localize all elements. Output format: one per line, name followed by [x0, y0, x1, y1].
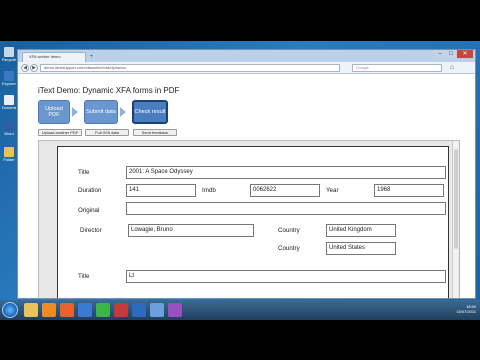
taskbar-item-app7[interactable] — [132, 303, 146, 317]
step-upload-pdf[interactable]: Upload PDF — [38, 100, 70, 124]
desktop-icon-explorer[interactable]: Explorer — [2, 71, 16, 86]
close-button[interactable]: ✕ — [457, 50, 473, 58]
home-icon[interactable]: ⌂ — [448, 64, 456, 72]
taskbar-item-media[interactable] — [42, 303, 56, 317]
country-label: Country — [278, 227, 300, 234]
step-check-result[interactable]: Check result — [132, 100, 168, 124]
country-label: Country — [278, 245, 300, 252]
country-field[interactable]: United States — [326, 242, 396, 255]
taskbar-item-app5[interactable] — [96, 303, 110, 317]
browser-tab[interactable]: XFA worker demo — [22, 52, 86, 62]
taskbar-item-app4[interactable] — [78, 303, 92, 317]
new-tab-button[interactable]: + — [88, 54, 95, 61]
original-field[interactable] — [126, 202, 446, 215]
start-button[interactable] — [2, 302, 18, 318]
explorer-icon — [4, 71, 14, 81]
taskbar: 18:50 15/07/2011 — [0, 300, 480, 320]
country-field[interactable]: United Kingdom — [326, 224, 396, 237]
browser-window: XFA worker demo + – □ ✕ ◀ ▶ demo.itextsu… — [17, 49, 476, 299]
title-label: Title — [78, 169, 90, 176]
upload-another-button[interactable]: Upload another PDF — [38, 129, 82, 136]
minimize-button[interactable]: – — [435, 50, 445, 58]
video-frame: Recycle Bin Explorer Document Word Folde… — [0, 0, 480, 360]
forward-button[interactable]: ▶ — [30, 64, 38, 72]
back-button[interactable]: ◀ — [21, 64, 29, 72]
desktop-icon-folder[interactable]: Folder — [2, 147, 16, 162]
tab-bar: XFA worker demo + – □ ✕ — [18, 50, 475, 62]
imdb-label: Imdb — [202, 187, 216, 194]
page-title: iText Demo: Dynamic XFA forms in PDF — [38, 86, 180, 95]
desktop-icon-word[interactable]: Word — [2, 121, 16, 136]
pdf-viewer[interactable]: Title 2001: A Space Odyssey Duration 141… — [38, 140, 460, 298]
document-icon — [4, 95, 14, 105]
full-xfa-button[interactable]: Full XFA data — [85, 129, 129, 136]
title-field[interactable]: 2001: A Space Odyssey — [126, 166, 446, 179]
duration-field[interactable]: 141 — [126, 184, 196, 197]
url-bar[interactable]: demo.itextsupport.com/xfaworker/xfa/dyna… — [40, 64, 340, 72]
year-field[interactable]: 1968 — [374, 184, 444, 197]
nav-bar: ◀ ▶ demo.itextsupport.com/xfaworker/xfa/… — [18, 62, 475, 74]
send-feedback-button[interactable]: Send feedback — [133, 129, 177, 136]
director-field[interactable]: Lowagie, Bruno — [128, 224, 254, 237]
arrow-icon — [120, 107, 126, 117]
title-field[interactable]: Lt — [126, 270, 446, 283]
taskbar-item-app8[interactable] — [150, 303, 164, 317]
desktop-icon-recycle-bin[interactable]: Recycle Bin — [2, 47, 16, 62]
taskbar-item-app6[interactable] — [114, 303, 128, 317]
director-label: Director — [80, 227, 102, 234]
page-content: iText Demo: Dynamic XFA forms in PDF Upl… — [18, 74, 475, 298]
system-tray-clock[interactable]: 18:50 15/07/2011 — [456, 304, 476, 314]
original-label: Original — [78, 207, 100, 214]
taskbar-item-firefox[interactable] — [60, 303, 74, 317]
imdb-field[interactable]: 0062622 — [250, 184, 320, 197]
pdf-page: Title 2001: A Space Odyssey Duration 141… — [57, 146, 449, 298]
search-input[interactable]: Google — [352, 64, 442, 72]
recycle-bin-icon — [4, 47, 14, 57]
clock-date: 15/07/2011 — [456, 309, 476, 314]
scrollbar[interactable] — [452, 141, 458, 298]
scroll-thumb[interactable] — [454, 149, 458, 249]
step-submit-data[interactable]: Submit data — [84, 100, 118, 124]
taskbar-item-explorer[interactable] — [24, 303, 38, 317]
taskbar-item-app9[interactable] — [168, 303, 182, 317]
maximize-button[interactable]: □ — [446, 50, 456, 58]
word-icon — [4, 121, 14, 131]
title-label: Title — [78, 273, 90, 280]
year-label: Year — [326, 187, 339, 194]
folder-icon — [4, 147, 14, 157]
arrow-icon — [72, 107, 78, 117]
desktop-icon-document[interactable]: Document — [2, 95, 16, 110]
duration-label: Duration — [78, 187, 102, 194]
